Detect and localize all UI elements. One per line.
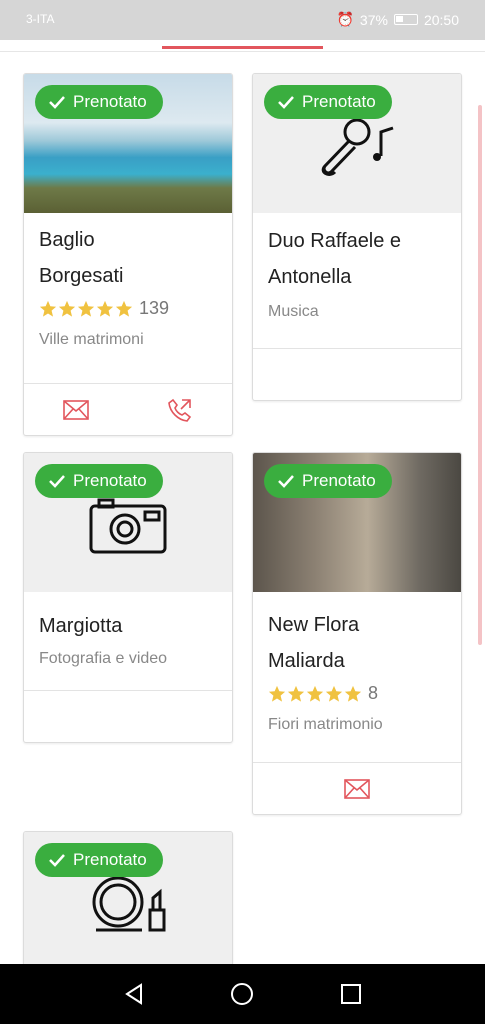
- vendor-category: Fiori matrimonio: [268, 716, 383, 733]
- battery-percent: 37%: [359, 11, 388, 28]
- check-icon: [49, 96, 65, 109]
- vendor-category: Musica: [268, 303, 319, 320]
- vendor-card-duo[interactable]: Prenotato Duo Raffaele e Antonella Music…: [252, 73, 462, 401]
- home-icon[interactable]: [222, 974, 262, 1014]
- card-actions: [253, 348, 461, 400]
- booked-badge: Prenotato: [35, 85, 163, 119]
- vendor-card-beauty[interactable]: Prenotato: [23, 831, 233, 981]
- vendor-card-new-flora[interactable]: Prenotato New Flora Maliarda 8 Fiori mat…: [252, 452, 462, 815]
- vendor-placeholder: Prenotato: [24, 453, 232, 592]
- vendor-name-line2: Antonella: [268, 266, 352, 288]
- vendor-name: Baglio: [39, 229, 95, 251]
- check-icon: [278, 475, 294, 488]
- email-icon[interactable]: [341, 773, 373, 805]
- vendor-card-baglio[interactable]: Prenotato Baglio Borgesati 139 Ville mat…: [23, 73, 233, 436]
- camera-icon: [89, 498, 167, 554]
- vendor-category: Fotografia e video: [39, 650, 168, 667]
- vendor-photo: Prenotato: [253, 453, 461, 592]
- vendor-card-margiotta[interactable]: Prenotato Margiotta Fotografia e video: [23, 452, 233, 743]
- vendor-name-line2: Borgesati: [39, 265, 124, 287]
- clock: 20:50: [423, 11, 459, 28]
- rating-count: 139: [139, 298, 170, 318]
- booked-badge: Prenotato: [35, 843, 163, 877]
- card-actions: [24, 383, 232, 435]
- vendor-name: Duo Raffaele e: [268, 230, 402, 252]
- makeup-mirror-lipstick-icon: [92, 876, 166, 932]
- alarm-icon: ⏰: [336, 11, 354, 27]
- phone-icon[interactable]: [164, 394, 196, 426]
- check-icon: [278, 96, 294, 109]
- system-nav-bar: [0, 964, 485, 1024]
- booked-badge: Prenotato: [264, 464, 392, 498]
- battery-icon: [393, 14, 418, 25]
- rating: 8: [253, 683, 461, 704]
- check-icon: [49, 854, 65, 867]
- card-actions: [253, 762, 461, 814]
- recents-icon[interactable]: [331, 974, 371, 1014]
- back-icon[interactable]: [114, 974, 154, 1014]
- scrollbar[interactable]: [478, 105, 482, 645]
- card-actions: [24, 690, 232, 742]
- vendor-name-line2: Maliarda: [268, 650, 345, 672]
- booked-badge: Prenotato: [264, 85, 392, 119]
- vendor-placeholder: Prenotato: [253, 74, 461, 213]
- microphone-music-icon: [321, 118, 394, 176]
- carrier-label: 3-ITA: [26, 12, 55, 26]
- vendor-category: Ville matrimoni: [39, 331, 144, 348]
- vendor-placeholder: Prenotato: [24, 832, 232, 980]
- rating: 139: [24, 298, 232, 319]
- vendor-name: Margiotta: [39, 615, 123, 637]
- status-bar: 3-ITA ⏰ 37% 20:50: [0, 0, 485, 40]
- rating-count: 8: [368, 683, 379, 703]
- vendor-name: New Flora: [268, 614, 360, 636]
- vendor-photo: Prenotato: [24, 74, 232, 213]
- active-tab-indicator: [162, 46, 323, 49]
- booked-badge: Prenotato: [35, 464, 163, 498]
- email-icon[interactable]: [60, 394, 92, 426]
- check-icon: [49, 475, 65, 488]
- star-rating-icon: [39, 300, 133, 318]
- star-rating-icon: [268, 685, 362, 703]
